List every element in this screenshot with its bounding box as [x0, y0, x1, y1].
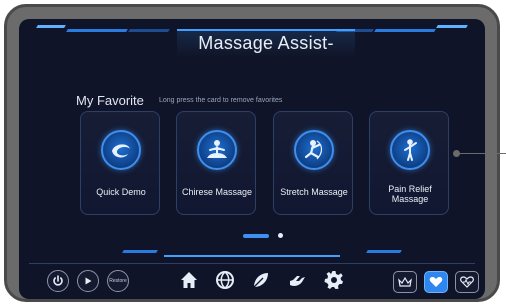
bottom-stripe-right: [366, 250, 402, 253]
play-icon: [85, 277, 92, 285]
power-button[interactable]: [47, 270, 69, 292]
restore-button[interactable]: Restore: [107, 270, 129, 292]
app-screen: Massage Assist- My Favorite Long press t…: [19, 19, 485, 299]
favorites-title: My Favorite: [76, 93, 144, 108]
crown-button[interactable]: [393, 271, 417, 293]
favorite-card-quick-demo[interactable]: Quick Demo: [80, 111, 160, 215]
page-title: Massage Assist-: [198, 33, 334, 53]
tablet-frame: Massage Assist- My Favorite Long press t…: [4, 4, 500, 302]
pager-indicator-active[interactable]: [243, 234, 269, 238]
pager-indicator[interactable]: [278, 233, 283, 238]
restore-label: Restore: [109, 278, 127, 284]
favorite-card-stretch-massage[interactable]: Stretch Massage: [273, 111, 353, 215]
gear-icon[interactable]: [323, 269, 345, 291]
header-stripe-left-3: [128, 29, 170, 32]
play-button[interactable]: [77, 270, 99, 292]
heart-shield-icon: [460, 276, 474, 288]
hand-icon[interactable]: [286, 269, 308, 291]
leaf-icon[interactable]: [250, 269, 272, 291]
heart-icon: [429, 277, 443, 287]
header: Massage Assist-: [19, 19, 485, 57]
favorite-card-chirese-massage[interactable]: Chirese Massage: [176, 111, 256, 215]
swirl-icon: [101, 130, 141, 170]
favorite-card-pain-relief-massage[interactable]: Pain Relief Massage: [369, 111, 449, 215]
pain-relief-icon: [390, 130, 430, 170]
bottom-stripe-left: [122, 250, 158, 253]
card-label: Chirese Massage: [181, 187, 253, 197]
health-button[interactable]: [455, 271, 479, 293]
card-label: Quick Demo: [96, 187, 146, 197]
power-icon: [53, 275, 63, 286]
header-stripe-right: [436, 25, 468, 28]
header-stripe-left-2: [66, 29, 128, 32]
header-stripe-right-2: [374, 29, 436, 32]
home-icon[interactable]: [178, 269, 200, 291]
crown-icon: [398, 276, 412, 287]
favorites-button[interactable]: [424, 271, 448, 293]
header-stripe-left: [36, 25, 66, 28]
card-label: Stretch Massage: [280, 187, 348, 197]
globe-icon[interactable]: [214, 269, 236, 291]
card-label: Pain Relief Massage: [388, 184, 432, 204]
stretch-icon: [294, 130, 334, 170]
meditation-icon: [197, 130, 237, 170]
favorites-hint: Long press the card to remove favorites: [159, 97, 283, 104]
callout-line: [458, 153, 506, 154]
